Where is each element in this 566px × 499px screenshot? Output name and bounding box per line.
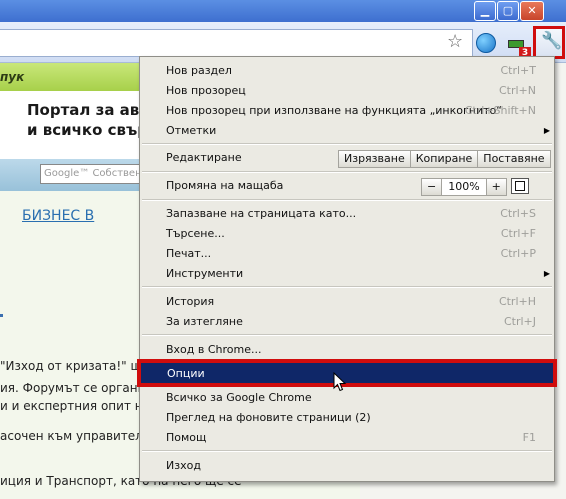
menu-item-edit: Редактиране Изрязване Копиране Поставяне [140, 148, 554, 168]
menu-item-zoom: Промяна на мащаба − 100% + [140, 176, 554, 196]
menu-item-label: Изход [166, 459, 201, 472]
menu-item-label: Нов раздел [166, 64, 232, 77]
menu-item-label: История [166, 295, 215, 308]
article-line: ия. Форумът се организи [0, 381, 160, 395]
menu-item-label: Всичко за Google Chrome [166, 391, 312, 404]
maximize-button[interactable]: ▢ [497, 1, 519, 21]
minimize-button[interactable]: ▁ [474, 1, 496, 21]
menu-item-shortcut: Ctrl+T [500, 64, 536, 77]
menu-item-label: Инструменти [166, 267, 244, 280]
copy-button[interactable]: Копиране [409, 150, 479, 168]
mouse-cursor-icon [333, 372, 347, 392]
menu-separator [142, 450, 552, 452]
menu-separator [142, 143, 552, 145]
window-title-bar: ▁ ▢ ✕ [0, 0, 566, 22]
site-header-text: пук [0, 70, 25, 84]
menu-separator [142, 199, 552, 201]
paste-button[interactable]: Поставяне [477, 150, 551, 168]
menu-separator [142, 286, 552, 288]
menu-item-print[interactable]: Печат... Ctrl+P [140, 244, 554, 264]
menu-item-save-page[interactable]: Запазване на страницата като... Ctrl+S [140, 204, 554, 224]
menu-item-label: За изтегляне [166, 315, 243, 328]
close-button[interactable]: ✕ [520, 1, 544, 21]
menu-item-label: Промяна на мащаба [166, 179, 284, 192]
menu-item-label: Търсене... [166, 227, 225, 240]
menu-item-label: Печат... [166, 247, 212, 260]
menu-item-sign-in[interactable]: Вход в Chrome... [140, 340, 554, 360]
menu-item-label: Преглед на фоновите страници (2) [166, 411, 371, 424]
menu-item-incognito[interactable]: Нов прозорец при използване на функцията… [140, 101, 554, 121]
menu-item-shortcut: F1 [522, 431, 536, 444]
bullet-marker [0, 314, 3, 317]
article-line: и и експертния опит на с [0, 399, 161, 413]
submenu-arrow-icon: ▶ [543, 269, 550, 278]
menu-item-new-window[interactable]: Нов прозорец Ctrl+N [140, 81, 554, 101]
menu-item-about-chrome[interactable]: Всичко за Google Chrome [140, 388, 554, 408]
menu-item-label: Опции [167, 367, 205, 380]
menu-item-shortcut: Ctrl+F [500, 227, 536, 240]
menu-item-label: Запазване на страницата като... [166, 207, 357, 220]
menu-item-tools[interactable]: Инструменти ▶ [140, 264, 554, 284]
cut-button[interactable]: Изрязване [338, 150, 411, 168]
menu-item-history[interactable]: История Ctrl+H [140, 292, 554, 312]
chrome-wrench-menu: Нов раздел Ctrl+T Нов прозорец Ctrl+N Но… [137, 56, 557, 482]
zoom-in-button[interactable]: + [485, 178, 507, 196]
menu-item-help[interactable]: Помощ F1 [140, 428, 554, 448]
globe-extension-icon[interactable] [476, 33, 496, 53]
bookmark-star-icon[interactable]: ☆ [447, 31, 463, 52]
business-link[interactable]: БИЗНЕС В [22, 208, 94, 224]
article-line: асочен към управители и [0, 429, 163, 443]
menu-item-label: Отметки [166, 124, 217, 137]
zoom-out-button[interactable]: − [421, 178, 443, 196]
menu-item-find[interactable]: Търсене... Ctrl+F [140, 224, 554, 244]
menu-item-shortcut: Ctrl+Shift+N [464, 104, 536, 117]
menu-item-bookmarks[interactable]: Отметки ▶ [140, 121, 554, 141]
wrench-menu-button[interactable]: 🔧 [533, 26, 565, 59]
menu-item-label: Редактиране [166, 151, 242, 164]
menu-item-label: Вход в Chrome... [166, 343, 262, 356]
address-bar[interactable] [0, 29, 473, 57]
menu-item-options[interactable]: Опции [137, 359, 557, 387]
menu-item-shortcut: Ctrl+H [498, 295, 536, 308]
banner-line-2: и всичко свърз [27, 121, 157, 139]
menu-item-exit[interactable]: Изход [140, 456, 554, 476]
menu-item-shortcut: Ctrl+N [498, 84, 536, 97]
menu-separator [142, 171, 552, 173]
menu-item-shortcut: Ctrl+J [503, 315, 536, 328]
google-search-input[interactable]: Google™ Собственс [40, 164, 155, 184]
menu-separator [142, 334, 552, 336]
menu-item-new-tab[interactable]: Нов раздел Ctrl+T [140, 61, 554, 81]
menu-item-background-pages[interactable]: Преглед на фоновите страници (2) [140, 408, 554, 428]
fullscreen-icon[interactable] [511, 178, 529, 194]
menu-item-shortcut: Ctrl+P [500, 247, 536, 260]
menu-item-shortcut: Ctrl+S [500, 207, 536, 220]
wrench-icon: 🔧 [541, 31, 563, 51]
submenu-arrow-icon: ▶ [543, 126, 550, 135]
menu-item-label: Помощ [166, 431, 207, 444]
zoom-level: 100% [441, 178, 487, 196]
menu-item-label: Нов прозорец при използване на функцията… [166, 104, 502, 117]
menu-item-label: Нов прозорец [166, 84, 246, 97]
menu-item-downloads[interactable]: За изтегляне Ctrl+J [140, 312, 554, 332]
